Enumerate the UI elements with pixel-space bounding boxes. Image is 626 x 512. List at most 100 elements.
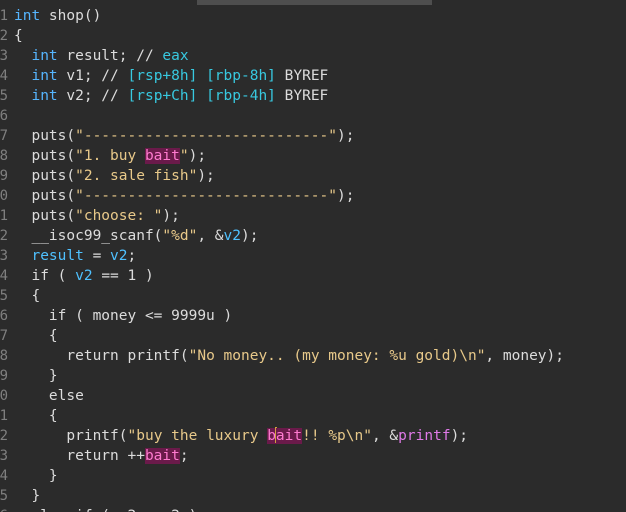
code-token: ); [450,428,469,444]
code-token: if ( money <= 9999u ) [14,308,233,324]
line-number: 7 [0,128,8,144]
code-token: , money); [485,348,564,364]
line-number: 0 [0,188,8,204]
code-text: } [14,466,58,486]
code-token: "2. sale fish" [75,168,198,184]
code-token: "1. buy [75,148,145,164]
horizontal-scrollbar[interactable] [197,0,432,5]
code-token: { [14,408,58,424]
code-token: int [14,8,41,24]
line-number: 8 [0,348,8,364]
code-text: int result; // eax [14,46,189,66]
code-token: "----------------------------" [75,188,338,204]
code-token: if [14,268,49,284]
line-number: 0 [0,388,8,404]
line-number: 4 [0,268,8,284]
line-number: 1 [0,408,8,424]
code-token: !! %p\n" [302,428,372,444]
code-text: } [14,366,58,386]
code-token: ); [337,128,355,144]
code-token: int [14,48,58,64]
code-text: else [14,386,84,406]
code-token: } [14,488,41,504]
code-text: int v2; // [rsp+Ch] [rbp-4h] BYREF [14,86,328,106]
code-token: } [14,468,58,484]
line-number: 3 [0,248,8,264]
code-token: BYREF [284,68,329,84]
code-token: [rsp+Ch] [rbp-4h] [127,88,285,104]
code-token: printf [398,428,451,444]
code-token: else [14,388,84,404]
code-token: puts( [14,128,76,144]
line-number: 4 [0,68,8,84]
code-token: "buy the luxury [127,428,268,444]
code-token: v1; // [57,68,128,84]
code-token: return ++ [14,448,145,464]
code-token: = [83,248,111,264]
code-token: BYREF [284,88,329,104]
code-token: v2 [110,248,128,264]
code-token: "choose: " [75,208,163,224]
line-number: 6 [0,506,8,512]
code-text: puts("----------------------------"); [14,186,354,206]
code-text: else if ( v2 == 2 ) [14,506,197,512]
code-text: if ( money <= 9999u ) [14,306,232,326]
code-token: ); [337,188,355,204]
code-token: ; [127,248,137,264]
code-token: puts( [14,168,76,184]
line-number: 3 [0,448,8,464]
code-token: v2; // [57,88,128,104]
code-token: "%d" [162,228,198,244]
code-text: if ( v2 == 1 ) [14,266,154,286]
code-token: ( [48,268,76,284]
code-token: bait [144,148,180,164]
line-number: 1 [0,8,8,24]
code-token: int [14,68,58,84]
line-number: 1 [0,208,8,224]
code-text: puts("1. buy bait"); [14,146,206,166]
code-token: ); [162,208,180,224]
line-number: 5 [0,288,8,304]
code-token: , & [197,228,224,244]
code-token: puts( [14,188,76,204]
line-number: 5 [0,488,8,504]
line-number: 8 [0,148,8,164]
code-text: int shop() [14,6,101,26]
code-token: ); [188,148,207,164]
code-text: puts("choose: "); [14,206,180,226]
line-number: 7 [0,328,8,344]
code-token: [rsp+8h] [rbp-8h] [127,68,285,84]
code-token: int [14,88,58,104]
line-number: 2 [0,428,8,444]
code-token: else if ( v2 == 2 ) [14,508,197,512]
code-token: puts( [14,208,76,224]
code-token: v2 [223,228,241,244]
code-token: bait [144,448,180,464]
line-number: 4 [0,468,8,484]
code-token: "----------------------------" [75,128,338,144]
code-token: } [14,368,58,384]
line-number: 9 [0,168,8,184]
code-token: v2 [75,268,93,284]
code-text: } [14,486,40,506]
code-editor[interactable]: 1 int shop() 2 {3 int result; // eax 4 int v… [0,0,626,512]
code-token: ait [275,428,303,444]
line-number: 6 [0,308,8,324]
code-token: eax [162,48,189,64]
code-token: result [14,248,84,264]
code-token: "No money.. (my money: %u gold)\n" [188,348,486,364]
code-text: return printf("No money.. (my money: %u … [14,346,564,366]
code-token: { [14,288,41,304]
code-text: puts("----------------------------"); [14,126,354,146]
code-text: { [14,26,23,46]
code-token: == 1 ) [92,268,154,284]
code-token: , & [371,428,399,444]
code-text: printf("buy the luxury bait!! %p\n", &pr… [14,426,468,446]
line-number: 9 [0,368,8,384]
code-token: shop() [40,8,102,24]
code-text: return ++bait; [14,446,189,466]
code-token: return printf( [14,348,189,364]
line-number: 2 [0,28,8,44]
code-token: { [14,28,23,44]
line-number: 2 [0,228,8,244]
